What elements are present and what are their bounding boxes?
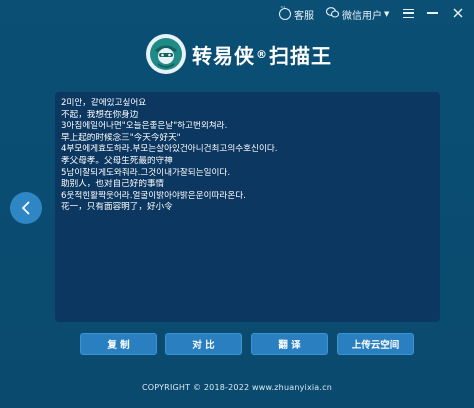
wechat-icon xyxy=(325,7,340,21)
close-button[interactable] xyxy=(448,4,468,22)
app-window: 客服 微信用户 ▼ xyxy=(0,0,474,408)
chevron-down-icon: ▼ xyxy=(384,10,390,18)
hero-mascot-icon xyxy=(150,38,182,70)
back-button[interactable] xyxy=(10,192,42,224)
text-line: 孝父母孝。父母生死最的守神 xyxy=(61,155,173,166)
compare-button[interactable]: 对 比 xyxy=(165,333,242,355)
text-line: 早上起的时候念三"今天今好天" xyxy=(61,132,181,143)
user-name-label: 微信用户 xyxy=(342,10,382,22)
upload-cloud-button[interactable]: 上传云空间 xyxy=(337,333,414,355)
text-line: 3아침에일어나면"오늘은좋은날"하고번외쳐라. xyxy=(61,121,228,132)
registered-mark: ® xyxy=(256,47,268,61)
copyright-footer: COPYRIGHT © 2018-2022 www.zhuanyixia.cn xyxy=(141,383,333,392)
ocr-result-textarea[interactable]: 2미안，같에있고싶어요 不起，我想在你身边 3아침에일어나면"오늘은좋은날"하고… xyxy=(55,92,440,322)
text-line: 助别人，也对自己好的事情 xyxy=(61,179,165,190)
customer-service-button[interactable]: 客服 xyxy=(279,3,314,22)
user-menu-button[interactable]: 微信用户 ▼ xyxy=(325,6,390,22)
app-logo xyxy=(146,34,186,74)
text-line: 5남이잘되게도와줘라.그것이내가잘되는일이다. xyxy=(61,167,231,178)
menu-button[interactable] xyxy=(398,4,418,22)
close-icon xyxy=(453,8,463,18)
brand-name: 转易侠 xyxy=(192,43,255,68)
text-line: 2미안，같에있고싶어요 xyxy=(61,98,147,108)
text-line: 4부모에게효도하라.부모는살아있건아니건최고의수호신이다. xyxy=(61,144,278,155)
minimize-icon xyxy=(426,12,438,14)
copy-button[interactable]: 复 制 xyxy=(80,333,157,355)
brand-suffix: 扫描王 xyxy=(269,43,332,68)
text-line: 6웃적힌활짝웃어라.얼굴이밝아야밝은운이따라온다. xyxy=(61,190,246,201)
action-bar: 复 制 对 比 翻 译 上传云空间 xyxy=(0,333,474,355)
customer-service-label: 客服 xyxy=(294,10,314,22)
title-bar: 客服 微信用户 ▼ xyxy=(0,0,474,28)
hamburger-icon xyxy=(402,8,414,18)
brand-title: 转易侠 ® 扫描王 xyxy=(192,40,332,68)
chevron-left-icon xyxy=(21,201,30,215)
text-line: 花一，只有面容明了，好小令 xyxy=(61,202,173,213)
text-line: 不起，我想在你身边 xyxy=(61,109,139,120)
translate-button[interactable]: 翻 译 xyxy=(251,333,328,355)
minimize-button[interactable] xyxy=(422,4,442,22)
chat-bubble-icon xyxy=(279,3,291,20)
